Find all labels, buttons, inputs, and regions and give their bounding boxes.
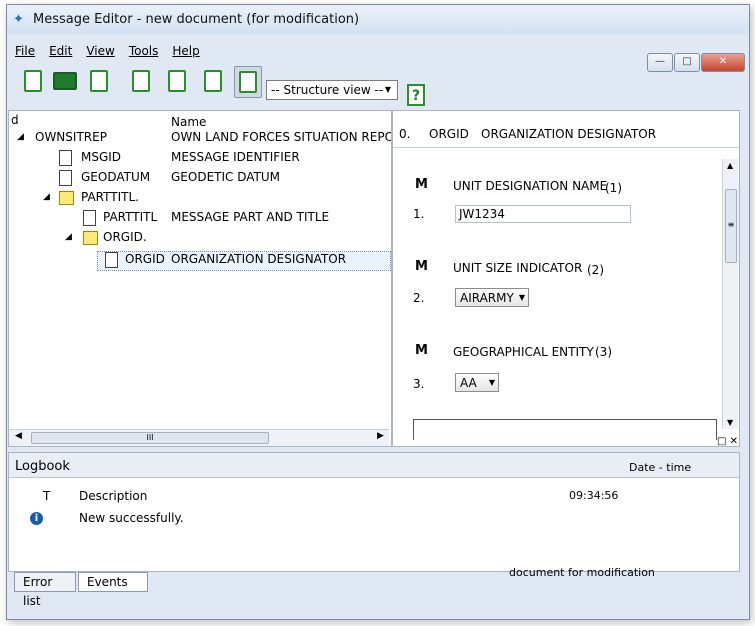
document-icon <box>59 170 72 186</box>
document-icon <box>83 210 96 226</box>
folder-icon <box>53 72 77 90</box>
field-editor: 0. ORGID ORGANIZATION DESIGNATOR M UNIT … <box>392 110 740 447</box>
logbook-title: Logbook <box>15 459 70 474</box>
menu-file[interactable]: File <box>15 44 35 58</box>
info-icon: i <box>30 512 43 525</box>
field-label: UNIT DESIGNATION NAME <box>453 179 608 193</box>
editor-header: 0. ORGID ORGANIZATION DESIGNATOR <box>393 119 739 148</box>
menu-view[interactable]: View <box>86 44 114 58</box>
col-date-time: Date - time <box>629 461 692 474</box>
mandatory-flag: M <box>415 343 428 358</box>
menu-edit[interactable]: Edit <box>49 44 72 58</box>
folder-icon <box>83 231 98 245</box>
mandatory-flag: M <box>415 177 428 192</box>
document-icon <box>105 252 118 268</box>
scroll-down-icon[interactable]: ▼ <box>727 418 733 427</box>
logbook-header: Logbook Date - time <box>9 453 739 478</box>
col-type: T <box>43 489 51 503</box>
unit-designation-name-input[interactable]: JW1234 <box>455 205 631 223</box>
structure-tree: d Name ◢ OWNSITREP OWN LAND FORCES SITUA… <box>8 110 392 447</box>
preview-button[interactable] <box>200 66 226 96</box>
new-file-icon <box>24 70 42 92</box>
logbook-panel: Logbook Date - time T Description 09:34:… <box>8 452 740 572</box>
structure-view-value: -- Structure view -- <box>271 83 384 97</box>
scroll-thumb[interactable]: ≡ <box>725 189 737 263</box>
field-number: (2) <box>587 263 604 277</box>
copy-button[interactable] <box>164 66 190 96</box>
new-document-button[interactable] <box>20 66 46 96</box>
expand-toggle-icon: ◢ <box>43 192 50 202</box>
expand-toggle-icon: ◢ <box>17 132 24 142</box>
status-text: document for modification <box>509 566 655 579</box>
tree-row-parttitl[interactable]: PARTTITL MESSAGE PART AND TITLE <box>9 209 389 227</box>
tree-row-orgid-group[interactable]: ◢ ORGID. <box>9 229 389 247</box>
header-name: ORGANIZATION DESIGNATOR <box>481 127 657 141</box>
check-button[interactable] <box>128 66 154 96</box>
document-icon <box>59 150 72 166</box>
search-icon <box>204 70 222 92</box>
col-description: Description <box>79 489 148 503</box>
chevron-down-icon: ▼ <box>488 378 495 387</box>
tree-row-geodatum[interactable]: GEODATUM GEODETIC DATUM <box>9 169 389 187</box>
window-title: Message Editor - new document (for modif… <box>33 12 360 27</box>
tab-events[interactable]: Events <box>78 572 148 592</box>
document-lock-icon <box>239 71 257 93</box>
geographical-entity-select[interactable]: AA ▼ <box>455 373 499 392</box>
structure-view-select[interactable]: -- Structure view -- ▼ <box>266 80 398 100</box>
app-icon: ✦ <box>13 12 24 27</box>
tree-row-parttitl-group[interactable]: ◢ PARTTITL. <box>9 189 389 207</box>
tree-header: d Name <box>9 111 391 129</box>
select-value: AA <box>460 376 477 390</box>
field-index: 3. <box>413 377 425 391</box>
logbook-panel-controls: □ ✕ <box>8 436 738 450</box>
tree-row-ownsitrep[interactable]: ◢ OWNSITREP OWN LAND FORCES SITUATION RE… <box>9 129 391 147</box>
help-button[interactable]: ? <box>407 84 425 106</box>
title-bar: ✦ Message Editor - new document (for mod… <box>7 5 749 35</box>
tree-row-orgid[interactable]: ORGID ORGANIZATION DESIGNATOR <box>9 251 389 269</box>
header-id: ORGID <box>429 127 469 141</box>
field-index: 1. <box>413 207 425 221</box>
menu-bar: File Edit View Tools Help <box>15 44 200 58</box>
editor-vertical-scrollbar[interactable]: ▲ ≡ ▼ <box>722 159 739 429</box>
tree-col-id: d <box>11 113 19 127</box>
panel-close-icon[interactable]: □ ✕ <box>717 436 738 447</box>
field-index: 2. <box>413 291 425 305</box>
save-icon <box>90 70 108 92</box>
scroll-up-icon[interactable]: ▲ <box>727 161 733 170</box>
expand-toggle-icon: ◢ <box>65 232 72 242</box>
tree-col-name: Name <box>171 115 207 129</box>
mandatory-flag: M <box>415 259 428 274</box>
header-index: 0. <box>399 127 411 141</box>
field-number: (1) <box>605 181 622 195</box>
folder-icon <box>59 191 74 205</box>
field-label: UNIT SIZE INDICATOR <box>453 261 583 275</box>
log-entry-time: 09:34:56 <box>569 489 619 502</box>
menu-tools[interactable]: Tools <box>129 44 159 58</box>
check-icon <box>132 70 150 92</box>
open-button[interactable] <box>52 66 78 96</box>
chevron-down-icon: ▼ <box>384 85 392 94</box>
unit-size-indicator-select[interactable]: AIRARMY ▼ <box>455 288 529 307</box>
chevron-down-icon: ▼ <box>518 293 525 302</box>
copy-icon <box>168 70 186 92</box>
field-label: GEOGRAPHICAL ENTITY <box>453 345 594 359</box>
structure-toggle-button[interactable] <box>234 66 262 98</box>
tab-error-list[interactable]: Error list <box>14 572 76 608</box>
save-button[interactable] <box>86 66 112 96</box>
tree-row-msgid[interactable]: MSGID MESSAGE IDENTIFIER <box>9 149 389 167</box>
log-entry-description: New successfully. <box>79 511 184 525</box>
menu-help[interactable]: Help <box>172 44 199 58</box>
select-value: AIRARMY <box>460 291 514 305</box>
field-number: (3) <box>595 345 612 359</box>
